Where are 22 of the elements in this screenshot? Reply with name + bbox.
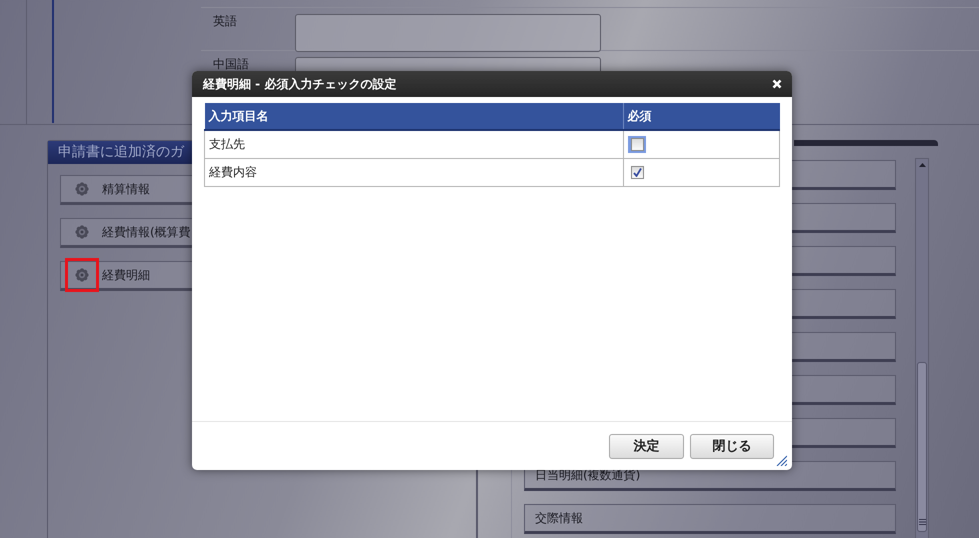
dialog-button[interactable]: 決定 xyxy=(609,434,684,458)
resize-grip-icon[interactable] xyxy=(776,455,787,466)
column-header: 入力項目名 xyxy=(204,103,623,130)
close-icon[interactable] xyxy=(772,79,782,89)
gear-icon xyxy=(75,268,89,282)
dialog-title: 経費明細 - 必須入力チェックの設定 xyxy=(203,76,396,92)
column-header: 必須 xyxy=(623,103,780,130)
checkbox[interactable] xyxy=(630,138,644,151)
table-cell: 経費内容 xyxy=(204,158,623,186)
gear-icon xyxy=(75,225,89,239)
field-label: 中国語 xyxy=(213,57,249,71)
section-button[interactable]: 交際情報 xyxy=(524,504,896,534)
checkbox[interactable] xyxy=(630,166,644,179)
text-area[interactable] xyxy=(295,14,601,52)
field-label: 英語 xyxy=(213,14,237,28)
gear-icon xyxy=(75,182,89,196)
grip-icon xyxy=(918,519,926,525)
scroll-up-icon[interactable] xyxy=(918,163,926,167)
scrollbar[interactable] xyxy=(915,158,929,538)
scrollbar-thumb[interactable] xyxy=(917,362,927,532)
dialog-button[interactable]: 閉じる xyxy=(690,434,774,458)
table-cell: 支払先 xyxy=(204,130,623,158)
